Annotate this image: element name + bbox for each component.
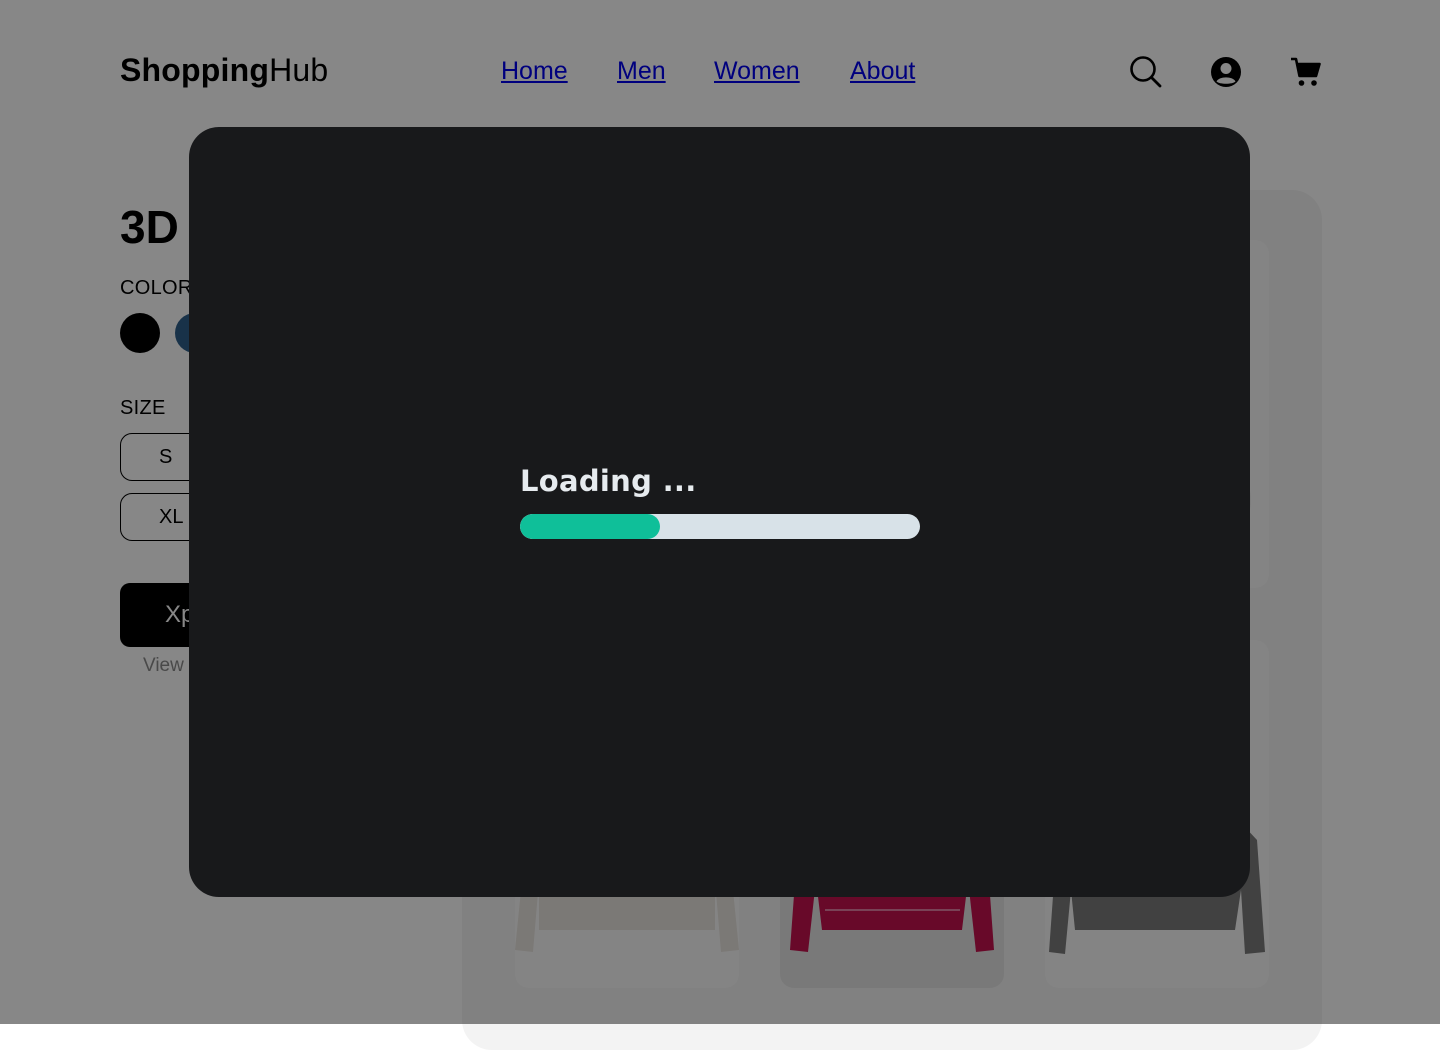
loading-text: Loading ... (520, 464, 697, 498)
loading-modal: Loading ... (189, 127, 1250, 897)
progress-bar (520, 514, 920, 539)
progress-bar-fill (520, 514, 660, 539)
